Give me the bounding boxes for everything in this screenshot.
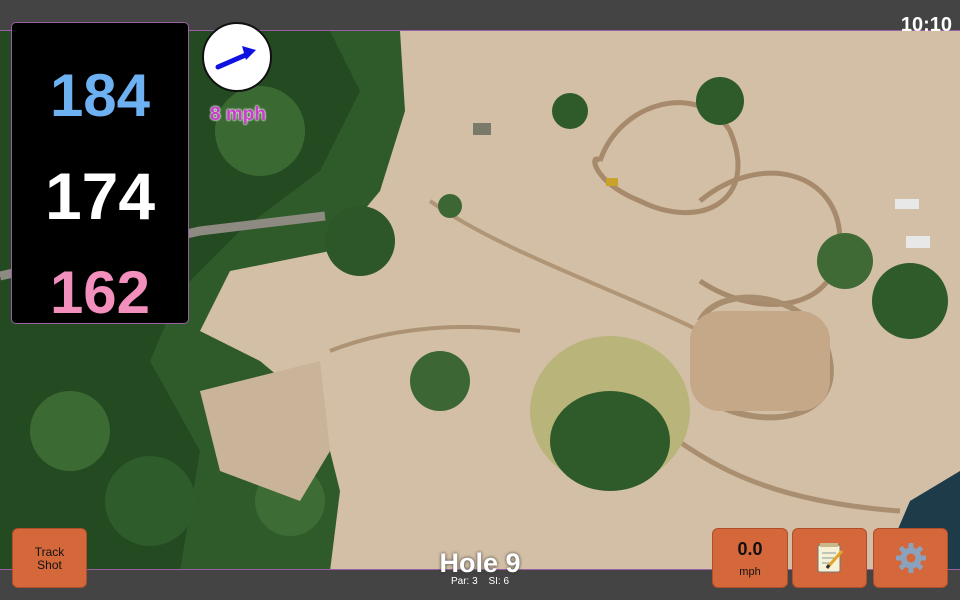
back-distance: 184 xyxy=(49,62,151,129)
track-shot-label-part: Track xyxy=(34,545,65,559)
hole-par: Par: 3 xyxy=(450,576,478,587)
settings-button[interactable] xyxy=(873,528,948,588)
middle-distance: 174 xyxy=(44,159,156,233)
track-shot-label-part: Shot xyxy=(37,558,62,572)
distance-panel: 184 174 162 xyxy=(11,22,189,326)
hole-title: Hole 9 xyxy=(439,548,521,578)
wind-speed: 8 mph xyxy=(210,104,266,125)
hole-info: Par: 3 SI: 6 xyxy=(400,576,560,587)
speed-button[interactable]: 0.0 mph xyxy=(712,528,788,588)
notepad-icon xyxy=(817,543,843,573)
speed-value: 0.0 xyxy=(737,539,763,559)
front-distance: 162 xyxy=(49,259,151,326)
notes-button[interactable] xyxy=(792,528,867,588)
gear-icon xyxy=(895,543,926,573)
clock: 10:10 xyxy=(900,14,952,36)
arrow-icon xyxy=(215,46,256,70)
track-shot-button[interactable]: Track Shot xyxy=(12,528,87,588)
hole-stroke-index: SI: 6 xyxy=(488,576,510,587)
speed-unit: mph xyxy=(739,566,761,578)
wind-indicator xyxy=(202,22,272,92)
